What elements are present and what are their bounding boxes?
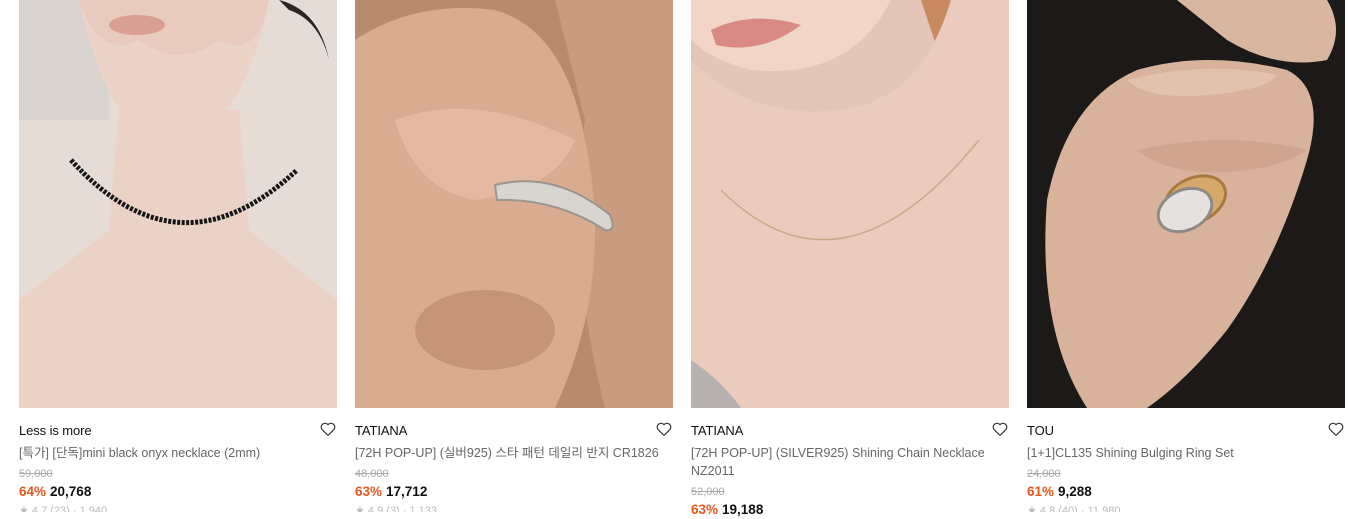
product-image[interactable] — [691, 0, 1009, 408]
heart-icon[interactable] — [319, 420, 337, 438]
product-brand[interactable]: Less is more — [19, 422, 337, 439]
product-image[interactable] — [19, 0, 337, 408]
original-price: 24,000 — [1027, 468, 1061, 480]
discount-rate: 61% — [1027, 484, 1055, 499]
sale-price: 17,712 — [386, 484, 428, 499]
review-meta: ★ 4.8 (40) · 11,980 — [1027, 505, 1121, 512]
review-meta: ★ 4.7 (23) · 1,940 — [19, 505, 108, 512]
product-image[interactable] — [1027, 0, 1345, 408]
price-row: 64% 20,768 — [19, 482, 337, 501]
sale-price: 20,768 — [50, 484, 92, 499]
product-name[interactable]: [1+1]CL135 Shining Bulging Ring Set — [1027, 444, 1345, 462]
product-name[interactable]: [특가] [단독]mini black onyx necklace (2mm) — [19, 444, 337, 462]
sale-price: 9,288 — [1058, 484, 1092, 499]
original-price: 59,000 — [19, 468, 53, 480]
price-row: 61% 9,288 — [1027, 482, 1345, 501]
product-name[interactable]: [72H POP-UP] (SILVER925) Shining Chain N… — [691, 444, 1009, 480]
original-price: 52,000 — [691, 486, 725, 498]
product-name[interactable]: [72H POP-UP] (실버925) 스타 패턴 데일리 반지 CR1826 — [355, 444, 673, 462]
heart-icon[interactable] — [655, 420, 673, 438]
sale-price: 19,188 — [722, 502, 764, 517]
discount-rate: 63% — [355, 484, 383, 499]
product-brand[interactable]: TATIANA — [355, 422, 673, 439]
review-meta: ★ 4.9 (3) · 1,133 — [355, 505, 438, 512]
product-card[interactable]: TATIANA [72H POP-UP] (SILVER925) Shining… — [691, 0, 1009, 519]
product-brand[interactable]: TOU — [1027, 422, 1345, 439]
discount-rate: 64% — [19, 484, 47, 499]
discount-rate: 63% — [691, 502, 719, 517]
product-card[interactable]: TATIANA [72H POP-UP] (실버925) 스타 패턴 데일리 반… — [355, 0, 673, 512]
heart-icon[interactable] — [1327, 420, 1345, 438]
original-price: 48,000 — [355, 468, 389, 480]
price-row: 63% 17,712 — [355, 482, 673, 501]
heart-icon[interactable] — [991, 420, 1009, 438]
product-brand[interactable]: TATIANA — [691, 422, 1009, 439]
price-row: 63% 19,188 — [691, 500, 1009, 519]
product-card[interactable]: TOU [1+1]CL135 Shining Bulging Ring Set … — [1027, 0, 1345, 512]
product-card[interactable]: Less is more [특가] [단독]mini black onyx ne… — [19, 0, 337, 512]
product-grid: Less is more [특가] [단독]mini black onyx ne… — [0, 0, 1349, 519]
product-image[interactable] — [355, 0, 673, 408]
